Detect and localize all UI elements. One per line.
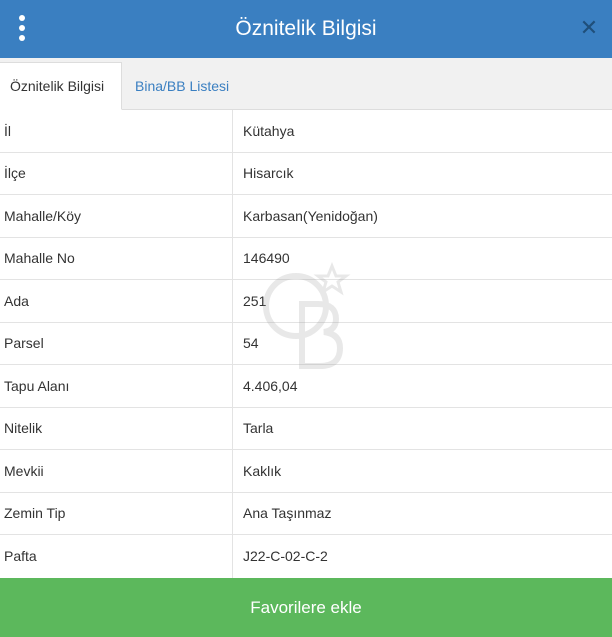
- table-row: Parsel 54: [0, 322, 612, 365]
- row-value: Karbasan(Yenidoğan): [243, 207, 378, 224]
- row-value: 251: [243, 292, 267, 309]
- row-value: Kaklık: [243, 462, 282, 479]
- row-value: Ana Taşınmaz: [243, 505, 332, 522]
- row-label: Tapu Alanı: [0, 365, 233, 407]
- table-row: Tapu Alanı 4.406,04: [0, 365, 612, 408]
- row-label: İlçe: [0, 152, 233, 194]
- table-row: İlçe Hisarcık: [0, 152, 612, 195]
- row-label: İl: [0, 110, 233, 152]
- attribute-table: İl Kütahya İlçe Hisarcık Mahalle/Köy Kar…: [0, 110, 612, 578]
- row-label: Nitelik: [0, 407, 233, 449]
- table-row: Mahalle No 146490: [0, 237, 612, 280]
- page-title: Öznitelik Bilgisi: [235, 17, 377, 40]
- row-value: 54: [243, 335, 259, 352]
- table-row: Pafta J22-C-02-C-2: [0, 535, 612, 578]
- table-row: İl Kütahya: [0, 110, 612, 153]
- header-bar: Öznitelik Bilgisi ✕: [0, 0, 612, 58]
- table-row: Mevkii Kaklık: [0, 450, 612, 493]
- row-label: Pafta: [0, 535, 233, 578]
- row-label: Mahalle No: [0, 237, 233, 279]
- row-value: Hisarcık: [243, 165, 294, 182]
- row-label: Zemin Tip: [0, 492, 233, 534]
- table-row: Nitelik Tarla: [0, 407, 612, 450]
- row-value: 146490: [243, 250, 290, 267]
- row-label: Ada: [0, 280, 233, 322]
- add-to-favorites-button[interactable]: Favorilere ekle: [0, 578, 612, 637]
- row-value: Kütahya: [243, 122, 295, 139]
- row-value: 4.406,04: [243, 377, 298, 394]
- tab-bar: Öznitelik Bilgisi Bina/BB Listesi: [0, 58, 612, 110]
- table-row: Ada 251: [0, 280, 612, 323]
- table-row: Mahalle/Köy Karbasan(Yenidoğan): [0, 195, 612, 238]
- tab-bina-bb-listesi[interactable]: Bina/BB Listesi: [135, 62, 229, 110]
- row-value: J22-C-02-C-2: [243, 548, 328, 565]
- kebab-menu-icon[interactable]: [14, 15, 30, 41]
- row-label: Parsel: [0, 322, 233, 364]
- row-value: Tarla: [243, 420, 274, 437]
- close-icon[interactable]: ✕: [578, 15, 600, 41]
- table-row: Zemin Tip Ana Taşınmaz: [0, 492, 612, 535]
- row-label: Mevkii: [0, 450, 233, 492]
- tab-oznitelik-bilgisi[interactable]: Öznitelik Bilgisi: [0, 62, 122, 110]
- row-label: Mahalle/Köy: [0, 195, 233, 237]
